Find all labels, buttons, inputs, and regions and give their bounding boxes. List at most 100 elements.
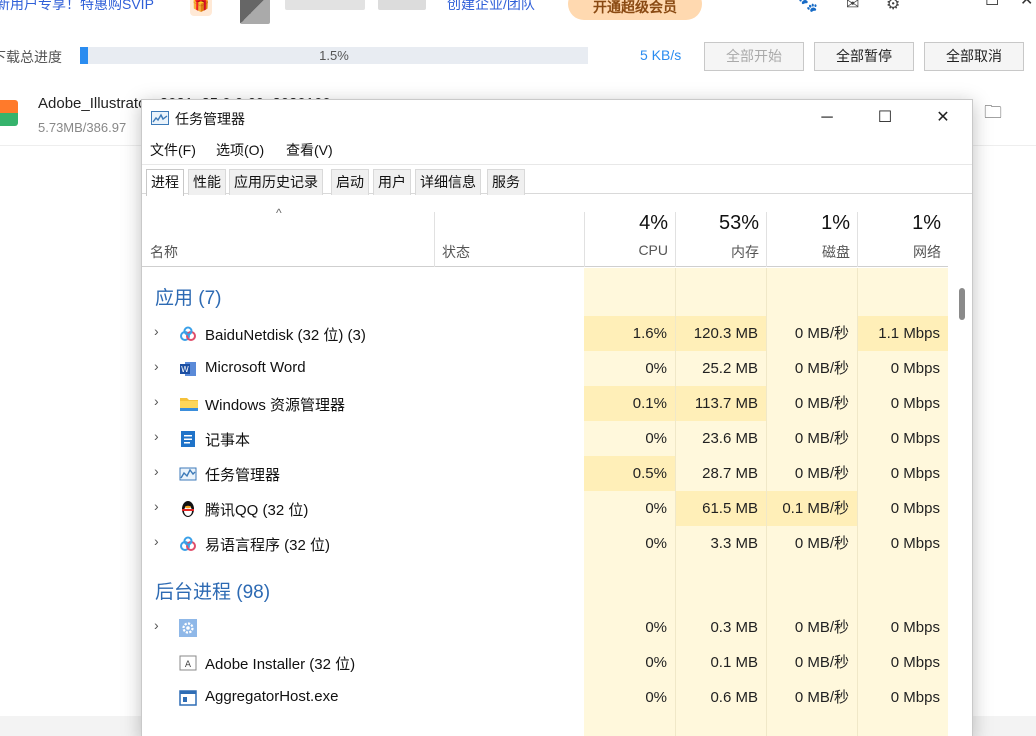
- eyuyan-icon: [180, 536, 196, 551]
- column-cpu[interactable]: CPU: [584, 242, 668, 258]
- column-name[interactable]: 名称: [150, 242, 178, 262]
- table-row[interactable]: › 0% 0.3 MB 0 MB/秒 0 Mbps: [142, 610, 948, 645]
- table-row[interactable]: › 记事本 0% 23.6 MB 0 MB/秒 0 Mbps: [142, 421, 948, 456]
- expand-chevron-icon[interactable]: ›: [154, 533, 159, 549]
- cpu-value: 0%: [645, 535, 667, 552]
- qq-penguin-icon: [182, 501, 194, 517]
- vip-button[interactable]: 开通超级会员: [568, 0, 702, 20]
- network-value: 0 Mbps: [890, 500, 940, 517]
- sort-up-icon[interactable]: ^: [276, 206, 282, 220]
- table-row[interactable]: A Adobe Installer (32 位) 0% 0.1 MB 0 MB/…: [142, 645, 948, 680]
- account-blurred: [378, 0, 426, 10]
- cpu-value: 0.5%: [584, 456, 675, 491]
- table-row[interactable]: › 腾讯QQ (32 位) 0% 61.5 MB 0.1 MB/秒 0 Mbps: [142, 491, 948, 526]
- vertical-scrollbar[interactable]: [950, 268, 970, 736]
- process-name: 记事本: [205, 432, 251, 449]
- memory-total-percent[interactable]: 53%: [675, 212, 759, 235]
- expand-chevron-icon[interactable]: ›: [154, 617, 159, 633]
- total-progress-bar: 1.5%: [80, 47, 588, 64]
- expand-chevron-icon[interactable]: ›: [154, 428, 159, 444]
- process-name: Windows 资源管理器: [205, 397, 346, 414]
- table-row[interactable]: › W Microsoft Word 0% 25.2 MB 0 MB/秒 0 M…: [142, 351, 948, 386]
- network-value: 0 Mbps: [890, 654, 940, 671]
- network-total-percent[interactable]: 1%: [857, 212, 941, 235]
- tab-processes[interactable]: 进程: [146, 169, 184, 196]
- disk-value: 0 MB/秒: [794, 465, 849, 482]
- table-row[interactable]: AggregatorHost.exe 0% 0.6 MB 0 MB/秒 0 Mb…: [142, 680, 948, 715]
- svg-text:W: W: [181, 365, 189, 374]
- create-team-link[interactable]: 创建企业/团队: [447, 0, 535, 14]
- table-row[interactable]: › 任务管理器 0.5% 28.7 MB 0 MB/秒 0 Mbps: [142, 456, 948, 491]
- bg-close-icon[interactable]: ✕: [1020, 0, 1033, 10]
- task-manager-icon: [151, 111, 169, 125]
- bg-minimize-icon[interactable]: ─: [950, 0, 961, 8]
- cpu-total-percent[interactable]: 4%: [584, 212, 668, 235]
- gift-icon[interactable]: 🎁: [190, 0, 212, 16]
- adobe-installer-icon: A: [179, 655, 197, 671]
- game-icon[interactable]: 🐾: [798, 0, 818, 14]
- total-progress-text: 1.5%: [319, 48, 349, 63]
- network-value: 0 Mbps: [890, 465, 940, 482]
- close-icon[interactable]: ✕: [914, 100, 972, 136]
- cpu-value: 0%: [645, 654, 667, 671]
- expand-chevron-icon[interactable]: ›: [154, 358, 159, 374]
- process-name: 易语言程序 (32 位): [205, 537, 331, 554]
- tab-bar: 进程 性能 应用历史记录 启动 用户 详细信息 服务: [142, 164, 972, 196]
- disk-value: 0 MB/秒: [794, 654, 849, 671]
- disk-value: 0 MB/秒: [794, 535, 849, 552]
- process-name: AggregatorHost.exe: [205, 688, 339, 705]
- network-value: 0 Mbps: [890, 360, 940, 377]
- mail-icon[interactable]: ✉: [846, 0, 859, 14]
- table-row[interactable]: › Windows 资源管理器 0.1% 113.7 MB 0 MB/秒 0 M…: [142, 386, 948, 421]
- minimize-icon[interactable]: ─: [798, 100, 856, 136]
- menu-file[interactable]: 文件(F): [150, 138, 196, 162]
- cancel-all-button[interactable]: 全部取消: [924, 42, 1024, 71]
- archive-file-icon: [0, 100, 18, 126]
- table-row[interactable]: › 易语言程序 (32 位) 0% 3.3 MB 0 MB/秒 0 Mbps: [142, 526, 948, 561]
- pause-all-button[interactable]: 全部暂停: [814, 42, 914, 71]
- avatar[interactable]: [240, 0, 270, 24]
- title-bar[interactable]: 任务管理器 ─ ☐ ✕: [142, 100, 972, 136]
- tab-details[interactable]: 详细信息: [415, 169, 481, 195]
- scrollbar-thumb[interactable]: [959, 288, 965, 320]
- baidunetdisk-icon: [180, 326, 196, 341]
- tab-users[interactable]: 用户: [373, 169, 411, 195]
- application-window-icon: [179, 690, 197, 706]
- process-name: 任务管理器: [205, 467, 281, 484]
- group-apps[interactable]: 应用 (7): [155, 283, 222, 310]
- expand-chevron-icon[interactable]: ›: [154, 323, 159, 339]
- start-all-button[interactable]: 全部开始: [704, 42, 804, 71]
- cpu-value: 0%: [645, 689, 667, 706]
- cpu-value: 1.6%: [584, 316, 675, 351]
- expand-chevron-icon[interactable]: ›: [154, 463, 159, 479]
- disk-value: 0 MB/秒: [794, 430, 849, 447]
- window-title: 任务管理器: [175, 111, 245, 127]
- disk-value: 0 MB/秒: [794, 395, 849, 412]
- column-disk[interactable]: 磁盘: [766, 242, 850, 262]
- bg-maximize-icon[interactable]: ☐: [985, 0, 999, 10]
- maximize-icon[interactable]: ☐: [856, 100, 914, 136]
- promo-link[interactable]: 新用户专享！特惠购SVIP: [0, 0, 154, 14]
- disk-total-percent[interactable]: 1%: [766, 212, 850, 235]
- column-network[interactable]: 网络: [857, 242, 941, 262]
- menu-options[interactable]: 选项(O): [216, 138, 264, 162]
- settings-icon[interactable]: ⚙: [886, 0, 900, 14]
- word-icon: W: [180, 362, 196, 376]
- expand-chevron-icon[interactable]: ›: [154, 393, 159, 409]
- column-memory[interactable]: 内存: [675, 242, 759, 262]
- cpu-value: 0%: [645, 430, 667, 447]
- menu-view[interactable]: 查看(V): [286, 138, 333, 162]
- tab-services[interactable]: 服务: [487, 169, 525, 195]
- table-row[interactable]: › BaiduNetdisk (32 位) (3) 1.6% 120.3 MB …: [142, 316, 948, 351]
- column-status[interactable]: 状态: [442, 242, 470, 262]
- group-background-processes[interactable]: 后台进程 (98): [155, 577, 270, 604]
- tab-app-history[interactable]: 应用历史记录: [229, 169, 323, 195]
- cpu-value: 0.1%: [584, 386, 675, 421]
- disk-value: 0 MB/秒: [794, 619, 849, 636]
- tab-performance[interactable]: 性能: [188, 169, 226, 195]
- process-name: BaiduNetdisk (32 位) (3): [205, 327, 366, 344]
- tab-startup[interactable]: 启动: [331, 169, 369, 195]
- open-folder-icon[interactable]: 🗀: [984, 100, 1002, 130]
- expand-chevron-icon[interactable]: ›: [154, 498, 159, 514]
- total-progress-label: 下载总进度: [0, 49, 62, 65]
